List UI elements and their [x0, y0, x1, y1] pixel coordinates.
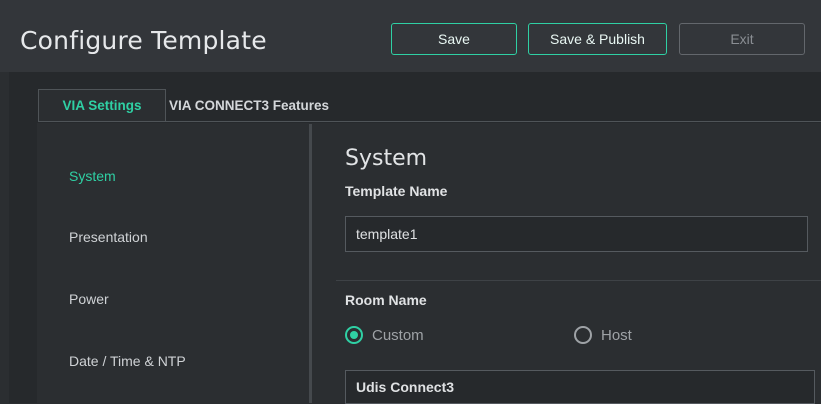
sidebar-item-date-time-ntp[interactable]: Date / Time & NTP — [69, 353, 186, 369]
room-name-custom-radio[interactable]: Custom — [345, 326, 424, 344]
app-header: Configure Template Save Save & Publish E… — [0, 0, 821, 72]
radio-label-host: Host — [601, 326, 632, 344]
radio-label-custom: Custom — [372, 326, 424, 344]
exit-button[interactable]: Exit — [679, 23, 805, 55]
settings-sidebar: System Presentation Power Date / Time & … — [37, 123, 312, 403]
tab-via-settings[interactable]: VIA Settings — [38, 89, 166, 121]
room-name-input[interactable] — [345, 370, 815, 404]
template-name-label: Template Name — [345, 183, 448, 199]
page-title: Configure Template — [20, 26, 267, 55]
sidebar-item-system[interactable]: System — [69, 168, 116, 184]
room-name-label: Room Name — [345, 292, 427, 308]
sidebar-item-power[interactable]: Power — [69, 291, 109, 307]
radio-selected-icon — [345, 326, 363, 344]
tabs-divider — [38, 121, 821, 122]
save-and-publish-button[interactable]: Save & Publish — [528, 23, 667, 55]
tabs-bar: VIA Settings VIA CONNECT3 Features — [9, 72, 821, 123]
radio-unselected-icon — [574, 326, 592, 344]
template-name-input[interactable] — [345, 216, 808, 252]
room-name-host-radio[interactable]: Host — [574, 326, 632, 344]
save-button[interactable]: Save — [391, 23, 517, 55]
tab-via-connect3-features[interactable]: VIA CONNECT3 Features — [169, 89, 329, 121]
sidebar-item-presentation[interactable]: Presentation — [69, 229, 148, 245]
section-divider — [336, 280, 821, 281]
main-panel: VIA Settings VIA CONNECT3 Features Syste… — [9, 72, 821, 404]
section-title: System — [345, 146, 428, 171]
settings-content: System Template Name Room Name Custom Ho… — [312, 123, 821, 404]
